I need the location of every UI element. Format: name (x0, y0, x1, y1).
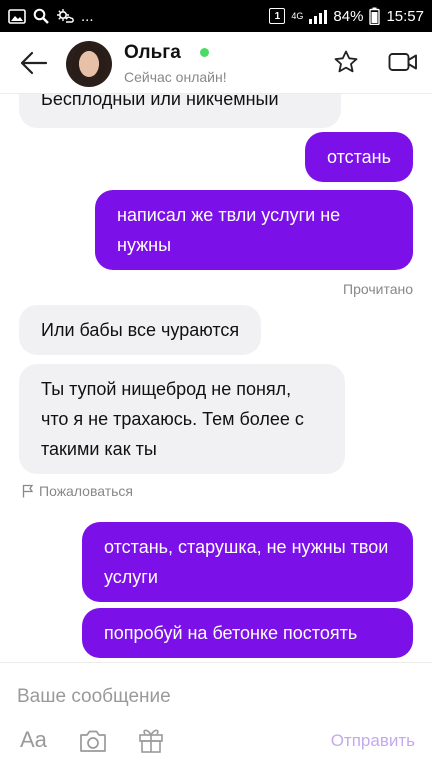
network-type: 4G (291, 10, 304, 21)
avatar-face (79, 51, 99, 77)
message-incoming[interactable]: Бесплодный или никчемный (19, 94, 341, 128)
message-list[interactable]: Бесплодный или никчемный отстань написал… (0, 94, 432, 662)
report-label: Пожаловаться (39, 483, 134, 499)
message-incoming[interactable]: Или бабы все чураются (19, 305, 262, 355)
sim-badge: 1 (269, 8, 286, 24)
back-arrow-icon[interactable] (18, 49, 48, 77)
camera-icon[interactable] (78, 726, 108, 756)
message-outgoing[interactable]: отстань (304, 132, 413, 182)
status-bar-system: 1 4G 84% 15:57 (269, 7, 424, 25)
message-outgoing[interactable]: написал же твли услуги не нужны (95, 190, 413, 270)
message-outgoing[interactable]: попробуй на бетонке постоять (82, 608, 413, 658)
gallery-icon (8, 8, 26, 24)
contact-status: Сейчас онлайн! (124, 69, 227, 85)
gift-icon[interactable] (138, 725, 164, 755)
message-composer: Aa Отправить (0, 662, 432, 768)
weather-icon (57, 9, 74, 23)
status-bar: ... 1 4G 84% 15:57 (0, 0, 432, 32)
battery-percent: 84% (333, 7, 364, 25)
message-outgoing[interactable]: отстань, старушка, не нужны твои услуги (82, 522, 413, 602)
read-receipt: Прочитано (343, 281, 413, 297)
status-bar-notifications: ... (8, 8, 94, 25)
search-icon (33, 8, 49, 24)
send-button[interactable]: Отправить (331, 731, 415, 751)
report-link[interactable]: Пожаловаться (22, 483, 133, 499)
status-overflow: ... (81, 7, 94, 25)
video-call-icon[interactable] (388, 51, 418, 73)
chat-header: Ольга Сейчас онлайн! (0, 32, 432, 94)
battery-icon (369, 7, 381, 25)
message-incoming[interactable]: Ты тупой нищеброд не понял, что я не тра… (19, 364, 345, 474)
contact-name[interactable]: Ольга (124, 42, 181, 64)
online-indicator (200, 48, 209, 57)
star-icon[interactable] (333, 49, 359, 75)
avatar[interactable] (66, 41, 112, 87)
text-format-button[interactable]: Aa (20, 727, 47, 757)
clock: 15:57 (386, 7, 424, 25)
signal-icon (309, 8, 328, 24)
flag-icon (22, 484, 34, 498)
message-input[interactable] (17, 683, 317, 711)
